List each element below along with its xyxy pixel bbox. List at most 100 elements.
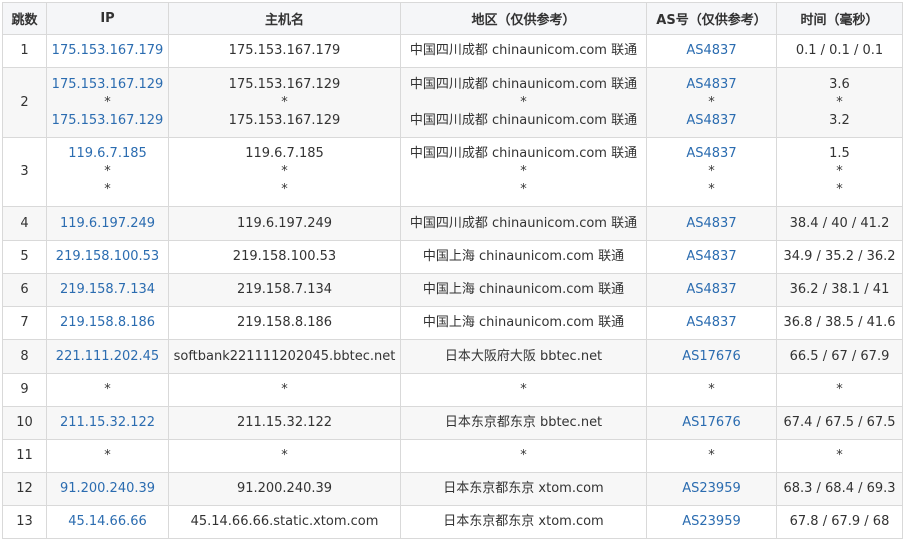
- cell-region: 中国四川成都 chinaunicom.com 联通 * *: [400, 137, 647, 207]
- ip-link[interactable]: 219.158.7.134: [49, 281, 166, 299]
- cell-region: 中国四川成都 chinaunicom.com 联通: [400, 206, 647, 241]
- cell-asn: AS4837: [646, 240, 777, 274]
- ip-link[interactable]: 221.111.202.45: [49, 348, 166, 366]
- asn-link[interactable]: AS4837: [649, 248, 774, 266]
- hostname-value: 219.158.8.186: [236, 315, 333, 330]
- asn-link[interactable]: AS4837: [649, 145, 774, 163]
- cell-hostname: 45.14.66.66.static.xtom.com: [168, 505, 401, 539]
- asn-link[interactable]: AS17676: [649, 348, 774, 366]
- hop-number: 9: [20, 382, 29, 397]
- cell-asn: AS17676: [646, 339, 777, 374]
- asn-link[interactable]: AS4837: [649, 314, 774, 332]
- ip-link[interactable]: 175.153.167.129: [49, 112, 166, 130]
- ip-link[interactable]: 175.153.167.179: [49, 42, 166, 60]
- header-ip: IP: [46, 2, 169, 35]
- timeout-marker: *: [104, 94, 111, 110]
- region-value: 中国四川成都 chinaunicom.com 联通: [409, 43, 638, 58]
- header-hostname: 主机名: [168, 2, 401, 35]
- cell-region: 中国四川成都 chinaunicom.com 联通: [400, 34, 647, 68]
- asn-link[interactable]: AS4837: [649, 215, 774, 233]
- cell-hop: 8: [2, 339, 47, 374]
- header-region: 地区（仅供参考）: [400, 2, 647, 35]
- table-body: 1 175.153.167.179 175.153.167.179 中国四川成都 ch…: [2, 34, 903, 539]
- ip-link[interactable]: 119.6.197.249: [49, 215, 166, 233]
- hostname-value: 119.6.197.249: [236, 215, 333, 231]
- hop-number: 6: [20, 282, 29, 297]
- cell-hostname: 219.158.100.53: [168, 240, 401, 274]
- time-value: 0.1 / 0.1 / 0.1: [795, 43, 884, 58]
- table-row: 11 * * * * *: [2, 439, 903, 473]
- cell-hop: 12: [2, 472, 47, 506]
- cell-hop: 4: [2, 206, 47, 241]
- asn-link[interactable]: AS23959: [649, 513, 774, 531]
- time-value: 67.4 / 67.5 / 67.5: [783, 415, 896, 430]
- hop-number: 12: [16, 481, 33, 496]
- timeout-marker: *: [836, 382, 843, 397]
- asn-link[interactable]: AS23959: [649, 480, 774, 498]
- hostname-value: 175.153.167.129: [228, 112, 341, 128]
- cell-hostname: 211.15.32.122: [168, 406, 401, 440]
- region-value: 日本大阪府大阪 bbtec.net: [444, 348, 603, 364]
- timeout-marker: *: [520, 182, 527, 197]
- asn-link[interactable]: AS4837: [649, 76, 774, 94]
- cell-hop: 1: [2, 34, 47, 68]
- time-value: 36.2 / 38.1 / 41: [789, 282, 890, 297]
- ip-link[interactable]: 211.15.32.122: [49, 414, 166, 432]
- table-row: 8 221.111.202.45 softbank221111202045.bbte…: [2, 339, 903, 374]
- ip-link[interactable]: 45.14.66.66: [49, 513, 166, 531]
- cell-asn: AS4837 * AS4837: [646, 67, 777, 138]
- region-value: 中国上海 chinaunicom.com 联通: [422, 282, 625, 297]
- region-value: 中国四川成都 chinaunicom.com 联通: [409, 146, 638, 161]
- ip-link[interactable]: 175.153.167.129: [49, 76, 166, 94]
- timeout-marker: *: [520, 164, 527, 179]
- cell-asn: AS4837: [646, 306, 777, 340]
- cell-asn: AS4837 * *: [646, 137, 777, 207]
- ip-link[interactable]: 91.200.240.39: [49, 480, 166, 498]
- hostname-value: 91.200.240.39: [236, 481, 333, 496]
- cell-ip: 219.158.7.134: [46, 273, 169, 307]
- timeout-marker: *: [281, 94, 288, 110]
- timeout-marker: *: [836, 448, 843, 463]
- cell-ip: 119.6.7.185 * *: [46, 137, 169, 207]
- table-row: 4 119.6.197.249 119.6.197.249 中国四川成都 chinau…: [2, 206, 903, 241]
- header-asn: AS号（仅供参考）: [646, 2, 777, 35]
- hop-number: 10: [16, 415, 33, 430]
- region-value: 中国四川成都 chinaunicom.com 联通: [409, 112, 638, 128]
- cell-region: 日本东京都东京 xtom.com: [400, 472, 647, 506]
- cell-time: 1.5 * *: [776, 137, 903, 207]
- cell-time: 3.6 * 3.2: [776, 67, 903, 138]
- hop-number: 8: [20, 348, 29, 364]
- time-value: 1.5: [829, 146, 850, 161]
- cell-hostname: 91.200.240.39: [168, 472, 401, 506]
- timeout-marker: *: [708, 182, 715, 197]
- cell-ip: 45.14.66.66: [46, 505, 169, 539]
- ip-link[interactable]: 219.158.100.53: [49, 248, 166, 266]
- table-row: 1 175.153.167.179 175.153.167.179 中国四川成都 ch…: [2, 34, 903, 68]
- cell-ip: 119.6.197.249: [46, 206, 169, 241]
- cell-hostname: *: [168, 439, 401, 473]
- cell-hop: 9: [2, 373, 47, 407]
- cell-time: 36.8 / 38.5 / 41.6: [776, 306, 903, 340]
- cell-ip: 221.111.202.45: [46, 339, 169, 374]
- timeout-marker: *: [708, 164, 715, 179]
- cell-time: 68.3 / 68.4 / 69.3: [776, 472, 903, 506]
- cell-region: 中国上海 chinaunicom.com 联通: [400, 273, 647, 307]
- hop-number: 3: [20, 164, 29, 179]
- cell-asn: AS23959: [646, 505, 777, 539]
- cell-time: 67.8 / 67.9 / 68: [776, 505, 903, 539]
- ip-link[interactable]: 119.6.7.185: [49, 145, 166, 163]
- hostname-value: 175.153.167.129: [228, 76, 341, 92]
- hostname-value: 119.6.7.185: [245, 146, 324, 161]
- timeout-marker: *: [520, 382, 527, 397]
- asn-link[interactable]: AS4837: [649, 112, 774, 130]
- ip-link[interactable]: 219.158.8.186: [49, 314, 166, 332]
- cell-time: 34.9 / 35.2 / 36.2: [776, 240, 903, 274]
- table-row: 6 219.158.7.134 219.158.7.134 中国上海 chinauni…: [2, 273, 903, 307]
- timeout-marker: *: [836, 182, 843, 197]
- asn-link[interactable]: AS4837: [649, 281, 774, 299]
- hostname-value: 219.158.100.53: [232, 249, 337, 264]
- asn-link[interactable]: AS4837: [649, 42, 774, 60]
- asn-link[interactable]: AS17676: [649, 414, 774, 432]
- region-value: 日本东京都东京 xtom.com: [443, 514, 604, 529]
- cell-asn: AS23959: [646, 472, 777, 506]
